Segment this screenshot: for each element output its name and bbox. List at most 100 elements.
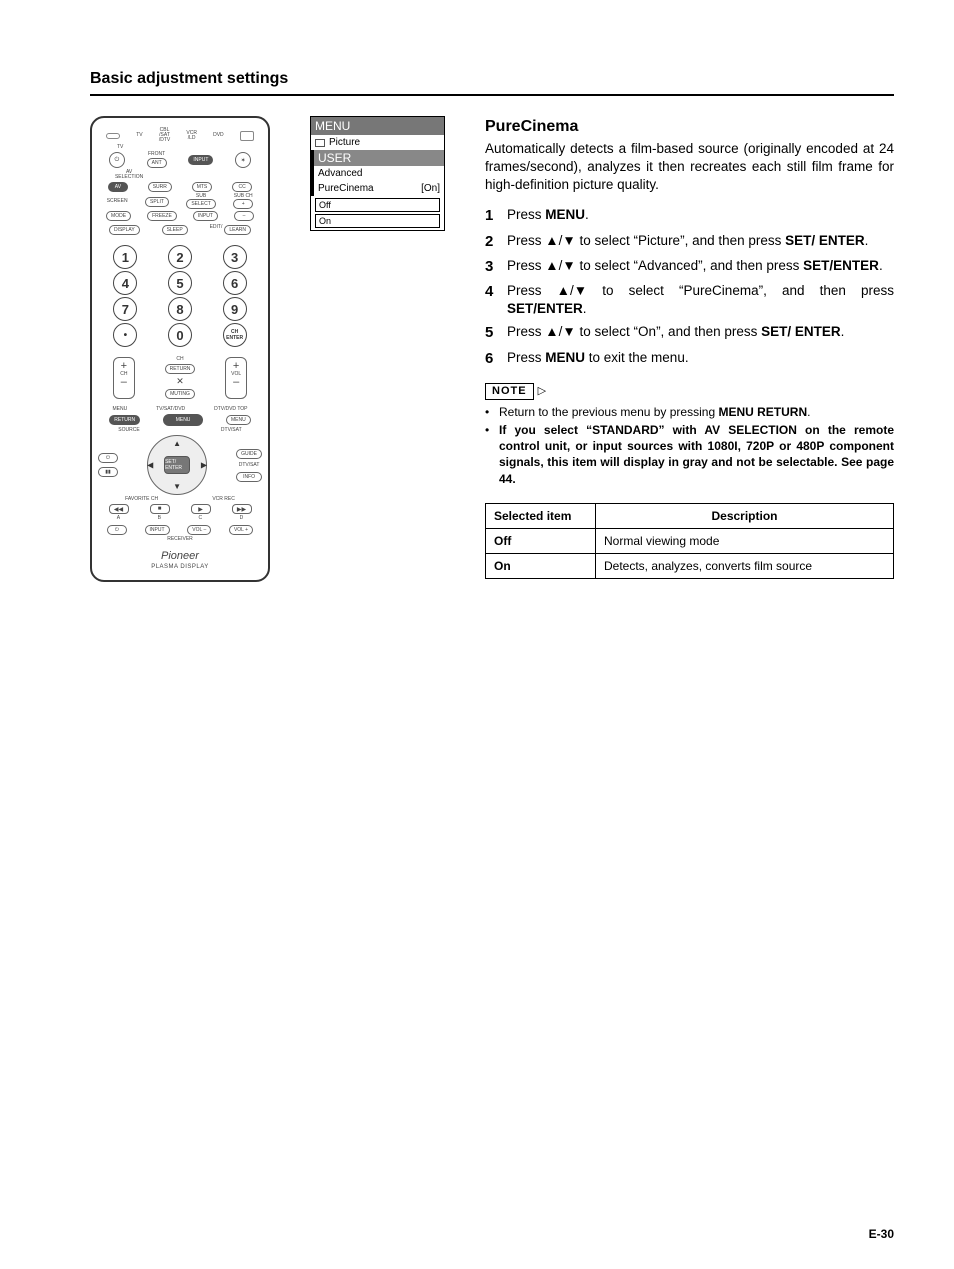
step-item: 4 Press ▲/▼ to select “PureCinema”, and … bbox=[485, 282, 894, 318]
step-text: Press bbox=[507, 350, 545, 365]
notes-list: • Return to the previous menu by pressin… bbox=[485, 404, 894, 487]
step-number: 6 bbox=[485, 349, 499, 369]
dtvsat-label: DTV/SAT bbox=[221, 428, 242, 433]
mts-button: MTS bbox=[192, 182, 213, 192]
power-button: ⏻ bbox=[109, 152, 125, 168]
picture-icon bbox=[315, 139, 325, 147]
osd-picture-label: Picture bbox=[329, 137, 360, 148]
feature-intro: Automatically detects a film-based sourc… bbox=[485, 140, 894, 195]
step-text: to select “On”, and then press bbox=[576, 324, 761, 339]
osd-option-off: Off bbox=[315, 198, 440, 212]
osd-advanced-label: Advanced bbox=[318, 168, 362, 179]
step-text: Press bbox=[507, 324, 545, 339]
menu-return-button: RETURN bbox=[109, 415, 140, 425]
arrow-up-icon: ▲ bbox=[173, 439, 181, 448]
mode-vcr-label: VCR /LD bbox=[186, 131, 197, 141]
step-text: Press bbox=[507, 207, 545, 222]
step-bold: SET/ ENTER bbox=[785, 233, 865, 248]
brand-logo: Pioneer bbox=[98, 550, 262, 562]
arrow-right-icon: ▶ bbox=[201, 461, 207, 470]
minus-button: – bbox=[234, 211, 254, 221]
step-bold: MENU bbox=[545, 350, 585, 365]
mode-tv-label: TV bbox=[136, 133, 142, 138]
keypad-2: 2 bbox=[168, 245, 192, 269]
source-power-button: ⏻ bbox=[98, 453, 118, 463]
table-header-desc: Description bbox=[596, 503, 894, 528]
osd-advanced-row: Advanced bbox=[311, 166, 444, 181]
note-text: Return to the previous menu by pressing bbox=[499, 405, 718, 419]
ch-center-label: CH bbox=[176, 357, 183, 362]
pause-button: ▮▮ bbox=[98, 467, 118, 477]
keypad-7: 7 bbox=[113, 297, 137, 321]
keypad-6: 6 bbox=[223, 271, 247, 295]
source-label: SOURCE bbox=[118, 428, 139, 433]
learn-button: LEARN bbox=[224, 225, 251, 235]
label-d: D bbox=[240, 516, 244, 521]
transport-stop: ■ bbox=[150, 504, 170, 514]
freeze-button: FREEZE bbox=[147, 211, 177, 221]
arrow-up-icon: ▲ bbox=[557, 282, 570, 300]
note-item: • If you select “STANDARD” with AV SELEC… bbox=[485, 422, 894, 487]
display-button: DISPLAY bbox=[109, 225, 140, 235]
table-header-item: Selected item bbox=[486, 503, 596, 528]
screen-label: SCREEN bbox=[107, 199, 128, 204]
dtvdvdtop-label: DTV/DVD TOP bbox=[214, 407, 247, 412]
arrow-up-icon: ▲ bbox=[545, 257, 558, 275]
osd-option-on: On bbox=[315, 214, 440, 228]
ch-enter-button: CH ENTER bbox=[223, 323, 247, 347]
feature-title: PureCinema bbox=[485, 116, 894, 138]
arrow-up-icon: ▲ bbox=[545, 323, 558, 341]
keypad-5: 5 bbox=[168, 271, 192, 295]
section-rule bbox=[90, 94, 894, 96]
note-bold: If you select “STANDARD” with AV SELECTI… bbox=[499, 423, 894, 486]
set-enter-button: SET/ ENTER bbox=[164, 456, 190, 474]
keypad-3: 3 bbox=[223, 245, 247, 269]
subbrand-label: PLASMA DISPLAY bbox=[98, 564, 262, 570]
return-button: RETURN bbox=[165, 364, 196, 374]
receiver-label: RECEIVER bbox=[98, 537, 262, 542]
plus-button: + bbox=[233, 199, 253, 209]
label-a: A bbox=[117, 516, 120, 521]
step-text: to select “Picture”, and then press bbox=[576, 233, 785, 248]
transport-play: ▶ bbox=[191, 504, 211, 514]
keypad-4: 4 bbox=[113, 271, 137, 295]
mode-cbl-label: CBL /SAT /DTV bbox=[159, 128, 170, 143]
tvsatdvd-label: TV/SAT/DVD bbox=[156, 407, 185, 412]
table-cell-item: Off bbox=[494, 534, 511, 548]
step-text: to select “PureCinema”, and then press bbox=[587, 283, 894, 298]
step-number: 5 bbox=[485, 323, 499, 343]
rx-input-button: INPUT bbox=[145, 525, 170, 535]
keypad-dot: • bbox=[113, 323, 137, 347]
split-button: SPLIT bbox=[145, 197, 169, 207]
table-row: Off Normal viewing mode bbox=[486, 528, 894, 553]
arrow-left-icon: ◀ bbox=[147, 461, 153, 470]
note-label: NOTE bbox=[485, 383, 534, 400]
transport-ff: ▶▶ bbox=[232, 504, 252, 514]
table-cell-item: On bbox=[494, 559, 511, 573]
rx-vol-plus-button: VOL + bbox=[229, 525, 253, 535]
step-bold: SET/ENTER bbox=[507, 301, 583, 316]
table-cell-desc: Normal viewing mode bbox=[596, 528, 894, 553]
mode-button: MODE bbox=[106, 211, 131, 221]
edit-label: EDIT/ bbox=[210, 225, 223, 235]
mode-dvd-label: DVD bbox=[213, 133, 224, 138]
step-number: 4 bbox=[485, 282, 499, 318]
step-text: to select “Advanced”, and then press bbox=[576, 258, 803, 273]
step-number: 1 bbox=[485, 206, 499, 226]
label-b: B bbox=[158, 516, 161, 521]
dtvsat2-label: DTV/SAT bbox=[236, 463, 262, 468]
menu-left-label: MENU bbox=[112, 407, 127, 412]
table-row: On Detects, analyzes, converts film sour… bbox=[486, 554, 894, 579]
note-header: NOTE ▷ bbox=[485, 383, 894, 400]
keypad-1: 1 bbox=[113, 245, 137, 269]
arrow-down-icon: ▼ bbox=[562, 323, 575, 341]
input-button: INPUT bbox=[188, 155, 213, 165]
muting-button: MUTING bbox=[165, 389, 195, 399]
arrow-up-icon: ▲ bbox=[545, 232, 558, 250]
step-bold: SET/ENTER bbox=[803, 258, 879, 273]
osd-menu-header: MENU bbox=[311, 117, 444, 135]
cc-button: CC bbox=[232, 182, 252, 192]
surr-button: SURR bbox=[148, 182, 172, 192]
step-number: 2 bbox=[485, 232, 499, 252]
step-number: 3 bbox=[485, 257, 499, 277]
